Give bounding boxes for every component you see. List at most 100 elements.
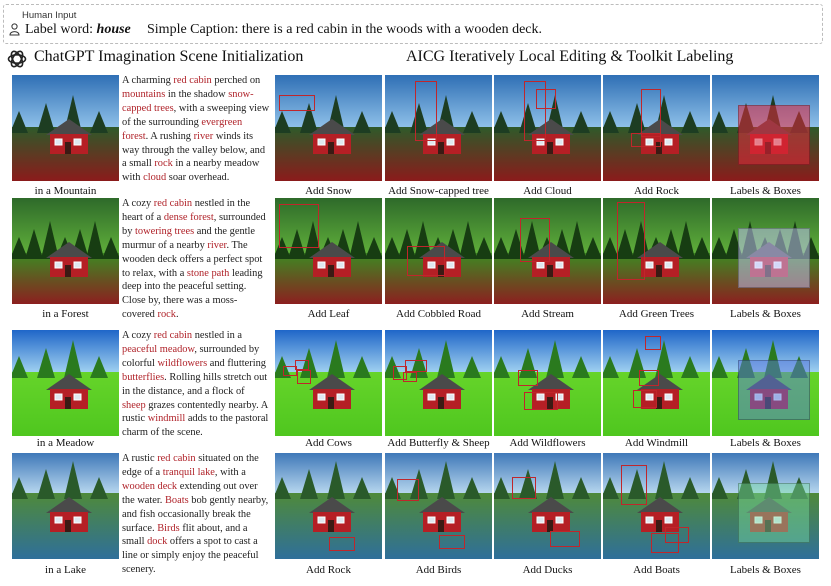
step-caption: Add Rock [306,564,351,576]
red-cabin [309,497,355,532]
scene-description: A charming red cabin perched on mountain… [122,74,270,185]
scene-image [603,453,710,559]
tree-shape [494,111,510,133]
highlighted-object: red cabin [153,198,193,209]
tree-shape [712,356,728,378]
highlighted-object: cloud [143,172,167,184]
highlighted-object: rock [157,309,176,321]
description-text: A cozy [122,198,154,209]
scene-image [385,453,492,559]
description-text: A cozy [122,330,154,341]
tree-shape [494,356,510,378]
left-section-title: ChatGPT Imagination Scene Initialization [34,48,304,65]
scene-image [12,75,119,181]
scene-image [494,330,601,436]
step-caption: Add Green Trees [618,308,695,320]
scene-image [712,75,819,181]
red-cabin [309,119,355,154]
description-text: nestled in a [192,330,243,341]
highlighted-object: Birds [157,522,180,534]
highlighted-object: butterflies [122,371,165,383]
red-cabin [46,497,92,532]
tree-shape [275,477,291,499]
bounding-box [407,246,445,276]
step-caption: Add Boats [633,564,680,576]
step-caption: Add Leaf [307,308,350,320]
scene-image [712,330,819,436]
scene-image [385,330,492,436]
caption-text: there is a red cabin in the woods with a… [241,22,543,37]
scene-caption: in a Mountain [34,185,97,197]
scene-image [603,198,710,304]
tree-shape [12,111,28,133]
label-word-line: Label word: house [25,22,131,38]
highlighted-object: sheep [122,399,146,411]
tree-shape [436,461,455,499]
scene-image [494,198,601,304]
tree-shape [63,461,82,499]
step-caption: Add Cows [305,437,352,449]
tree-shape [494,477,510,499]
tree-shape [545,461,564,499]
scene-image [603,75,710,181]
label-overlay [738,228,810,288]
highlighted-object: red cabin [157,453,196,464]
label-overlay [738,105,810,165]
bounding-box [617,202,645,280]
scene-image [275,330,382,436]
label-word: house [96,22,131,37]
bounding-box [639,370,659,386]
tree-shape [474,237,492,259]
step-caption: Add Snow-capped tree [388,185,489,197]
description-text: . A rushing [145,130,194,142]
highlighted-object: peaceful meadow [122,343,195,355]
scene-description: A rustic red cabin situated on the edge … [122,452,270,577]
highlighted-object: stone path [186,267,230,279]
bounding-box [405,360,427,372]
scene-image [494,75,601,181]
red-cabin [46,374,92,409]
highlighted-object: red cabin [173,75,212,86]
tree-shape [603,477,619,499]
bounding-box [295,360,309,370]
bounding-box [665,527,689,543]
scene-caption: in a Forest [42,308,89,320]
tree-shape [101,237,119,259]
tree-shape [385,111,401,133]
step-caption: Add Stream [521,308,574,320]
scene-image [385,198,492,304]
highlighted-object: Boats [165,494,189,506]
scene-image [12,453,119,559]
user-icon [9,23,20,36]
highlighted-object: wildflowers [157,357,208,369]
bounding-box [518,370,538,386]
highlighted-object: river [193,130,214,142]
step-caption: Add Butterfly & Sheep [387,437,490,449]
chatgpt-logo-icon [7,50,27,68]
step-caption: Labels & Boxes [730,308,801,320]
tree-shape [712,477,728,499]
scene-description: A cozy red cabin nestled in a peaceful m… [122,329,270,440]
tree-shape [603,111,619,133]
step-caption: Add Rock [634,185,679,197]
step-caption: Add Windmill [624,437,689,449]
highlighted-object: mountains [122,88,166,100]
scene-caption: in a Meadow [36,437,95,449]
description-text: and fluttering [207,357,267,369]
tree-shape [12,477,28,499]
highlighted-object: rock [154,158,173,170]
highlighted-object: windmill [147,413,186,425]
step-caption: Labels & Boxes [730,185,801,197]
red-cabin [528,497,574,532]
bounding-box [279,95,315,111]
step-caption: Add Cloud [523,185,572,197]
scene-image [275,198,382,304]
right-section-title: AICG Iteratively Local Editing & Toolkit… [406,48,734,65]
step-caption: Add Ducks [522,564,573,576]
label-overlay [738,483,810,543]
scene-description: A cozy red cabin nestled in the heart of… [122,197,270,322]
caption-prefix: Simple Caption: [147,22,242,37]
tree-shape [364,237,382,259]
bounding-box [550,531,580,547]
scene-image [275,75,382,181]
